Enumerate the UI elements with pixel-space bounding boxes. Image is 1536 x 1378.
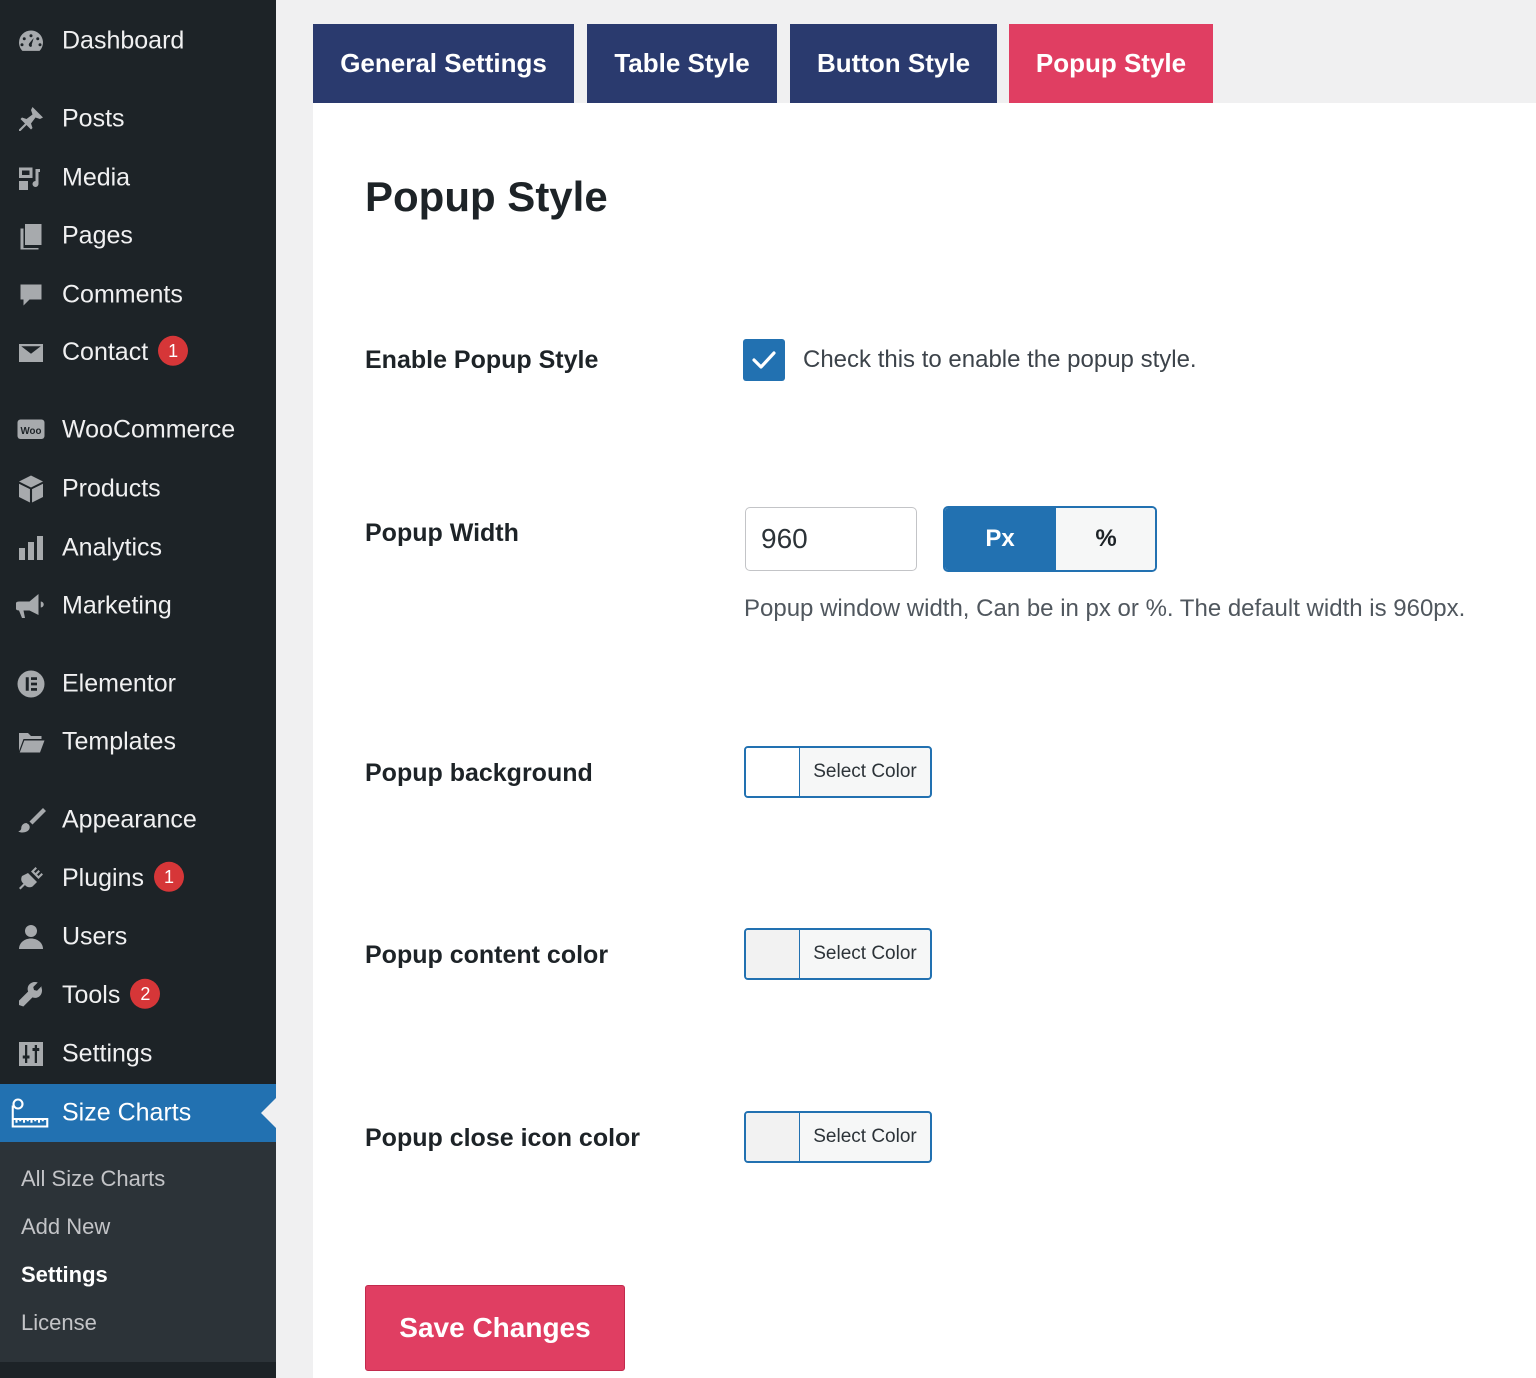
save-changes-button[interactable]: Save Changes [365,1285,625,1371]
sidebar-item-settings[interactable]: Settings [0,1025,276,1083]
box-icon [16,474,46,504]
color-swatch [746,930,800,978]
popup-content-color-label: Popup content color [365,941,609,969]
sidebar-item-label: Products [62,474,161,503]
sidebar-item-label: Settings [62,1039,153,1068]
paintbrush-icon [16,805,46,835]
plug-icon [16,864,46,894]
sidebar-item-label: Users [62,922,128,951]
popup-content-color-picker[interactable]: Select Color [744,928,932,980]
notification-badge: 2 [130,979,161,1010]
sidebar-item-label-wrap: Contact 1 [62,336,189,368]
color-swatch [746,1113,800,1161]
tab-general-settings[interactable]: General Settings [313,24,574,103]
sidebar-item-label: Marketing [62,591,172,620]
sidebar-item-label: WooCommerce [62,415,236,444]
pages-icon [16,221,46,251]
sidebar-item-label: Dashboard [62,26,185,55]
page-title: Popup Style [365,173,608,220]
sidebar-item-appearance[interactable]: Appearance [0,791,276,849]
megaphone-icon [16,591,46,621]
popup-background-color-picker[interactable]: Select Color [744,746,932,798]
tab-button-style[interactable]: Button Style [790,24,997,103]
elementor-icon [16,669,46,699]
size-charts-submenu: All Size Charts Add New Settings License [0,1142,276,1362]
woo-icon: Woo [16,415,46,445]
select-color-label: Select Color [813,761,917,782]
popup-width-label: Popup Width [365,519,519,547]
sidebar-item-woocommerce[interactable]: Woo WooCommerce [0,401,276,459]
popup-width-description: Popup window width, Can be in px or %. T… [744,595,1466,622]
tab-popup-style[interactable]: Popup Style [1009,24,1213,103]
sidebar-item-elementor[interactable]: Elementor [0,655,276,713]
popup-close-icon-color-label: Popup close icon color [365,1124,641,1152]
color-swatch [746,748,800,796]
enable-popup-checkbox[interactable] [743,339,785,381]
user-icon [16,922,46,952]
media-icon [16,163,46,193]
sidebar-item-label-wrap: Plugins 1 [62,862,184,894]
popup-width-input[interactable] [745,507,917,571]
popup-background-label: Popup background [365,759,593,787]
notification-badge: 1 [158,336,189,367]
admin-sidebar: Dashboard Posts Media Pages Comments Con… [0,0,276,1378]
sidebar-item-label: Size Charts [62,1098,192,1127]
sidebar-item-users[interactable]: Users [0,908,276,966]
sidebar-item-analytics[interactable]: Analytics [0,519,276,577]
settings-panel: Popup Style Enable Popup Style Check thi… [313,103,1536,1378]
unit-toggle: Px % [943,506,1157,572]
enable-popup-description: Check this to enable the popup style. [803,346,1197,373]
sidebar-item-media[interactable]: Media [0,149,276,207]
sidebar-item-templates[interactable]: Templates [0,713,276,771]
folder-icon [16,727,46,757]
sidebar-item-products[interactable]: Products [0,460,276,518]
sidebar-item-comments[interactable]: Comments [0,266,276,324]
sidebar-item-label: Appearance [62,805,197,834]
dashboard-icon [16,26,46,56]
sidebar-item-size-charts[interactable]: Size Charts [0,1084,276,1142]
sidebar-item-label: Tools [62,980,121,1009]
sidebar-item-label: Contact [62,337,149,366]
submenu-item-add-new[interactable]: Add New [21,1214,110,1240]
sidebar-item-pages[interactable]: Pages [0,207,276,265]
submenu-item-settings[interactable]: Settings [21,1262,108,1288]
ruler-icon [10,1098,50,1128]
sidebar-item-label-wrap: Tools 2 [62,979,161,1011]
sidebar-item-tools[interactable]: Tools 2 [0,967,276,1025]
sidebar-item-dashboard[interactable]: Dashboard [0,12,276,70]
wrench-icon [16,981,46,1011]
sidebar-item-plugins[interactable]: Plugins 1 [0,850,276,908]
select-color-label: Select Color [813,1126,917,1147]
notification-badge: 1 [154,862,184,893]
tab-table-style[interactable]: Table Style [587,24,777,103]
sidebar-item-label: Plugins [62,863,144,892]
unit-px-button[interactable]: Px [945,508,1055,570]
sidebar-item-label: Templates [62,727,176,756]
sidebar-item-label: Posts [62,104,125,133]
sidebar-item-contact[interactable]: Contact 1 [0,324,276,382]
unit-percent-button[interactable]: % [1055,508,1155,570]
pushpin-icon [16,104,46,134]
sliders-icon [16,1039,46,1069]
sidebar-item-label: Elementor [62,669,176,698]
submenu-item-license[interactable]: License [21,1310,97,1336]
svg-text:Woo: Woo [21,426,42,437]
envelope-icon [16,338,46,368]
checkmark-icon [752,351,776,369]
select-color-label: Select Color [813,943,917,964]
sidebar-item-posts[interactable]: Posts [0,90,276,148]
sidebar-item-marketing[interactable]: Marketing [0,577,276,635]
sidebar-item-label: Pages [62,221,133,250]
sidebar-item-label: Analytics [62,533,163,562]
bar-chart-icon [16,533,46,563]
popup-close-icon-color-picker[interactable]: Select Color [744,1111,932,1163]
enable-popup-label: Enable Popup Style [365,346,599,374]
sidebar-item-label: Media [62,163,131,192]
comment-bubble-icon [16,280,46,310]
sidebar-item-label: Comments [62,280,183,309]
submenu-item-all-size-charts[interactable]: All Size Charts [21,1166,165,1192]
